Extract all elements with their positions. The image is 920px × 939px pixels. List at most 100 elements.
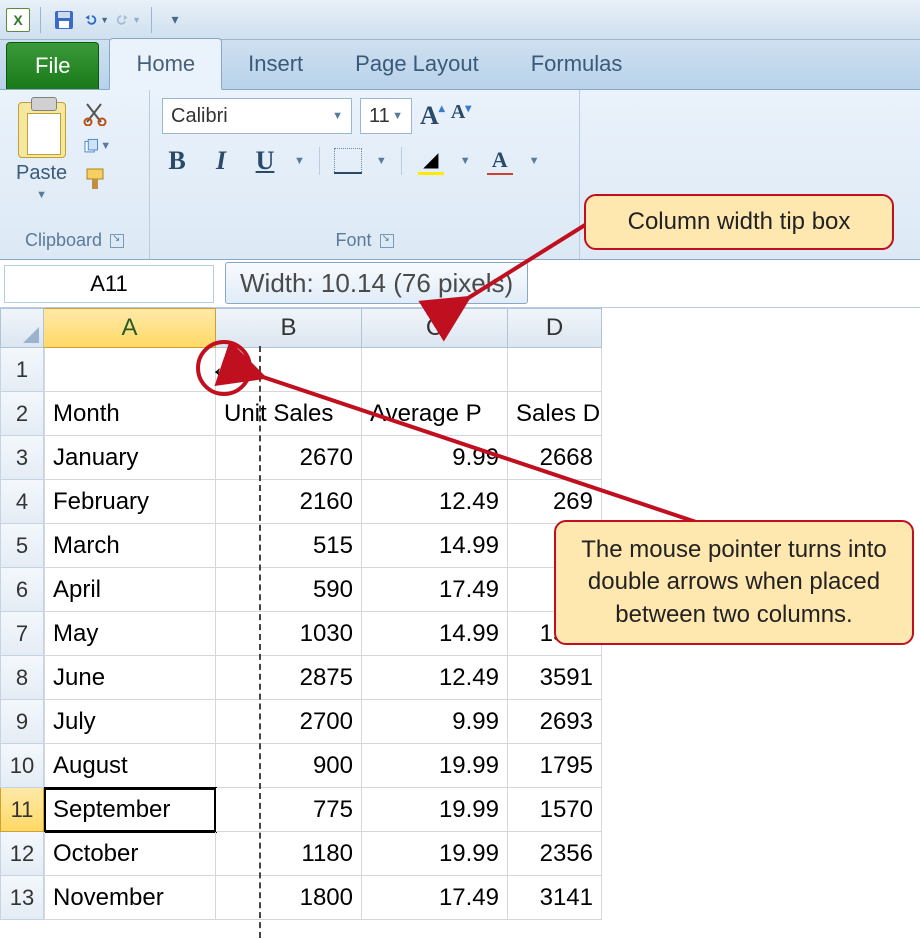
- cell[interactable]: 900: [216, 744, 362, 788]
- name-box[interactable]: A11: [4, 265, 214, 303]
- redo-button[interactable]: ▼: [115, 7, 141, 33]
- row-header[interactable]: 11: [0, 788, 44, 832]
- cell[interactable]: 2356: [508, 832, 602, 876]
- cell[interactable]: 3591: [508, 656, 602, 700]
- fill-dropdown-icon[interactable]: ▼: [460, 155, 471, 167]
- font-color-icon: A: [492, 147, 508, 173]
- tab-home[interactable]: Home: [109, 38, 222, 90]
- row-header[interactable]: 7: [0, 612, 44, 656]
- font-color-button[interactable]: A: [485, 147, 515, 175]
- excel-icon: X: [6, 8, 30, 32]
- column-header-a[interactable]: A: [44, 308, 216, 348]
- cell[interactable]: June: [44, 656, 216, 700]
- tab-insert[interactable]: Insert: [222, 39, 329, 89]
- row-header[interactable]: 6: [0, 568, 44, 612]
- separator: [401, 147, 402, 175]
- cell[interactable]: 17.49: [362, 568, 508, 612]
- borders-button[interactable]: [334, 148, 362, 174]
- grow-font-button[interactable]: A▴: [420, 101, 445, 131]
- undo-dropdown-icon[interactable]: ▼: [100, 15, 109, 25]
- cell[interactable]: 2693: [508, 700, 602, 744]
- cell[interactable]: October: [44, 832, 216, 876]
- group-clipboard: Paste ▼ ▼ Clipboard: [0, 90, 150, 259]
- cell[interactable]: 12.49: [362, 656, 508, 700]
- row-header[interactable]: 3: [0, 436, 44, 480]
- customize-qat-button[interactable]: ▾: [162, 7, 188, 33]
- row-header[interactable]: 9: [0, 700, 44, 744]
- underline-dropdown-icon[interactable]: ▼: [294, 155, 305, 167]
- copy-button[interactable]: ▼: [83, 134, 111, 158]
- underline-button[interactable]: U: [250, 146, 280, 176]
- cell[interactable]: [44, 348, 216, 392]
- cell[interactable]: November: [44, 876, 216, 920]
- row-header[interactable]: 1: [0, 348, 44, 392]
- cell[interactable]: 17.49: [362, 876, 508, 920]
- cell[interactable]: 1800: [216, 876, 362, 920]
- row-header[interactable]: 5: [0, 524, 44, 568]
- cell[interactable]: April: [44, 568, 216, 612]
- row-header[interactable]: 12: [0, 832, 44, 876]
- group-font-label: Font: [335, 230, 371, 251]
- cell[interactable]: September: [44, 788, 216, 832]
- row-header[interactable]: 13: [0, 876, 44, 920]
- tab-file[interactable]: File: [6, 42, 99, 89]
- cell[interactable]: 3141: [508, 876, 602, 920]
- italic-button[interactable]: I: [206, 146, 236, 176]
- borders-dropdown-icon[interactable]: ▼: [376, 155, 387, 167]
- cell[interactable]: 2875: [216, 656, 362, 700]
- cell[interactable]: Month: [44, 392, 216, 436]
- format-painter-button[interactable]: [83, 166, 111, 190]
- cell[interactable]: 1030: [216, 612, 362, 656]
- cell[interactable]: 14.99: [362, 612, 508, 656]
- row-header[interactable]: 10: [0, 744, 44, 788]
- callout-arrow-2: [250, 370, 730, 545]
- font-launcher[interactable]: [380, 234, 394, 248]
- cell[interactable]: May: [44, 612, 216, 656]
- cell[interactable]: January: [44, 436, 216, 480]
- cell[interactable]: 1180: [216, 832, 362, 876]
- cell[interactable]: 1795: [508, 744, 602, 788]
- font-size-combo[interactable]: 11 ▼: [360, 98, 412, 134]
- cell[interactable]: 1570: [508, 788, 602, 832]
- cell[interactable]: February: [44, 480, 216, 524]
- redo-dropdown-icon[interactable]: ▼: [132, 15, 141, 25]
- cell[interactable]: 2700: [216, 700, 362, 744]
- paste-button[interactable]: Paste ▼: [12, 98, 71, 226]
- select-all-corner[interactable]: [0, 308, 44, 348]
- cell[interactable]: 590: [216, 568, 362, 612]
- copy-dropdown-icon[interactable]: ▼: [100, 140, 111, 152]
- cut-button[interactable]: [83, 102, 111, 126]
- dropdown-icon: ▼: [332, 110, 343, 122]
- cell[interactable]: 775: [216, 788, 362, 832]
- column-header-b[interactable]: B: [216, 308, 362, 348]
- save-button[interactable]: [51, 7, 77, 33]
- tab-formulas[interactable]: Formulas: [505, 39, 649, 89]
- tab-page-layout[interactable]: Page Layout: [329, 39, 505, 89]
- cell[interactable]: 19.99: [362, 744, 508, 788]
- paste-icon: [18, 102, 66, 158]
- callout-arrow-1: [450, 225, 600, 320]
- paste-dropdown-icon[interactable]: ▼: [36, 189, 47, 201]
- table-row: November180017.493141: [44, 876, 920, 920]
- fontcolor-dropdown-icon[interactable]: ▼: [529, 155, 540, 167]
- callout-pointer: The mouse pointer turns into double arro…: [554, 520, 914, 645]
- row-header[interactable]: 2: [0, 392, 44, 436]
- resize-arrow-icon: ↔: [209, 353, 239, 383]
- cell[interactable]: August: [44, 744, 216, 788]
- row-header[interactable]: 8: [0, 656, 44, 700]
- cell[interactable]: March: [44, 524, 216, 568]
- clipboard-launcher[interactable]: [110, 234, 124, 248]
- cell[interactable]: 9.99: [362, 700, 508, 744]
- cell[interactable]: 19.99: [362, 832, 508, 876]
- undo-button[interactable]: ▼: [83, 7, 109, 33]
- shrink-font-button[interactable]: A▾: [451, 101, 471, 131]
- cell[interactable]: July: [44, 700, 216, 744]
- font-name-combo[interactable]: Calibri ▼: [162, 98, 352, 134]
- bold-button[interactable]: B: [162, 146, 192, 176]
- row-header[interactable]: 4: [0, 480, 44, 524]
- font-name-value: Calibri: [171, 105, 228, 128]
- fill-color-button[interactable]: ◢: [416, 147, 446, 175]
- bucket-icon: ◢: [423, 147, 438, 172]
- ribbon-tabstrip: File Home Insert Page Layout Formulas: [0, 40, 920, 90]
- cell[interactable]: 19.99: [362, 788, 508, 832]
